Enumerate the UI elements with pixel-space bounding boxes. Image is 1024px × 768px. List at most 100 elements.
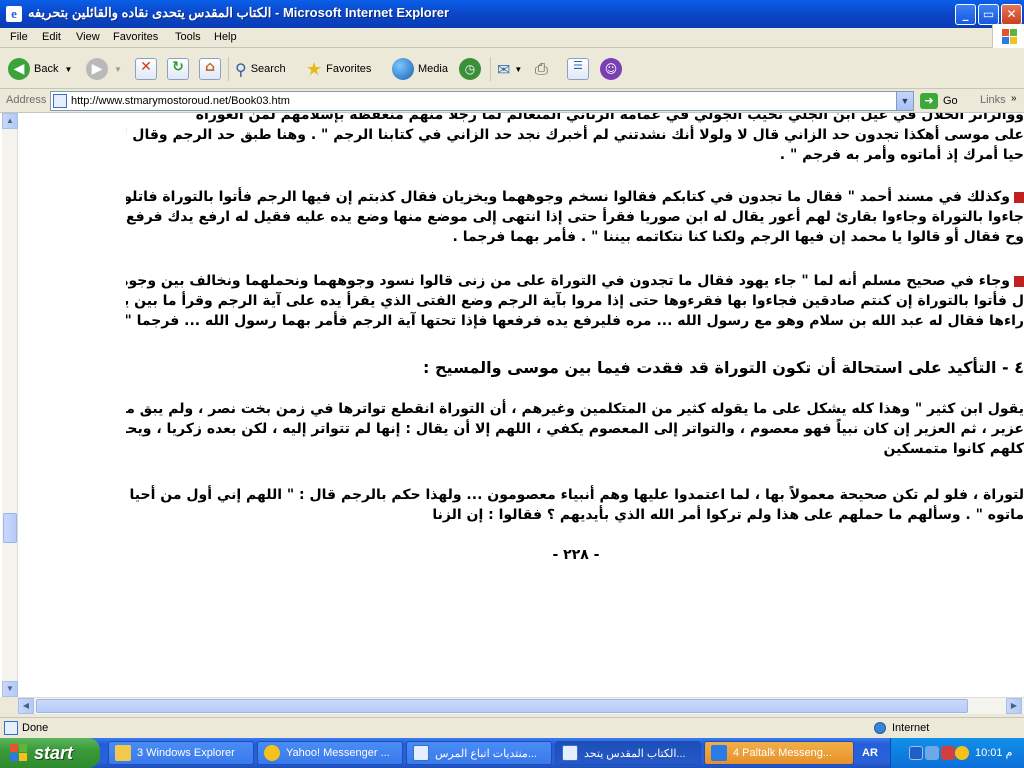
menu-favorites[interactable]: Favorites	[113, 31, 158, 43]
text-line: وح فقال أو قالوا يا محمد إن فيها الرجم و…	[452, 229, 1024, 245]
tray-network-icon[interactable]	[925, 746, 939, 760]
menu-bar: File Edit View Favorites Tools Help	[0, 28, 1024, 48]
stop-icon: ✕	[135, 58, 157, 80]
paltalk-icon	[711, 745, 727, 761]
title-bar[interactable]: e الكتاب المقدس يتحدى نقاده والقائلين بت…	[0, 0, 1024, 28]
window-title: الكتاب المقدس يتحدى نقاده والقائلين بتحر…	[28, 5, 450, 20]
mail-dropdown-icon[interactable]: ▼	[514, 65, 522, 74]
book-bullet-icon	[1014, 275, 1024, 287]
article: ووالراثر الحلال في عيل ابن الجلي نحيب ال…	[126, 113, 1024, 697]
text-line: كلهم كانوا متمسكين	[883, 441, 1024, 457]
media-label: Media	[418, 63, 448, 75]
tray-security-icon[interactable]	[941, 746, 955, 760]
back-button[interactable]: ◀ Back ▼	[8, 55, 72, 83]
back-label: Back	[34, 63, 59, 75]
mail-button[interactable]: ✉ ▼	[497, 55, 522, 83]
stop-button[interactable]: ✕	[135, 55, 157, 83]
back-arrow-icon: ◀	[8, 58, 30, 80]
forward-dropdown-icon[interactable]: ▼	[114, 65, 122, 74]
horizontal-scrollbar[interactable]: ◀ ▶	[18, 697, 1024, 714]
menu-file[interactable]: File	[10, 31, 28, 43]
tray-arrow-icon[interactable]	[909, 746, 923, 760]
go-arrow-icon: ➜	[920, 93, 938, 109]
history-clock-icon: ◷	[459, 58, 481, 80]
paragraph-5: لتوراة ، فلو لم تكن صحيحة معمولاً بها ، …	[126, 485, 1024, 525]
language-indicator[interactable]: AR	[862, 747, 878, 759]
scroll-down-icon[interactable]: ▼	[2, 681, 18, 697]
minimize-button[interactable]: _	[955, 4, 976, 25]
section-heading: ٤ - التأكيد على استحالة أن تكون التوراة …	[423, 358, 1024, 377]
home-button[interactable]: ⌂	[199, 55, 221, 83]
ie-page-icon	[413, 745, 429, 761]
vertical-scrollbar[interactable]: ▲ ▼	[2, 113, 18, 697]
messenger-button[interactable]: ☺	[600, 55, 622, 83]
refresh-button[interactable]: ↻	[167, 55, 189, 83]
menu-view[interactable]: View	[76, 31, 100, 43]
edit-icon: ☰	[567, 58, 589, 80]
star-icon: ★	[306, 58, 323, 80]
status-bar: Done Internet	[0, 717, 1024, 738]
text-line: عزير ، ثم العزير إن كان نبياً فهو معصوم …	[126, 421, 1024, 437]
scroll-right-icon[interactable]: ▶	[1006, 698, 1022, 714]
links-button[interactable]: Links	[980, 94, 1006, 106]
scroll-left-icon[interactable]: ◀	[18, 698, 34, 714]
horizontal-scroll-thumb[interactable]	[36, 699, 968, 713]
links-chevron-icon[interactable]: »	[1011, 93, 1017, 104]
yahoo-smiley-icon	[264, 745, 280, 761]
scroll-up-icon[interactable]: ▲	[2, 113, 18, 129]
taskbar: start 3 Windows Explorer Yahoo! Messenge…	[0, 738, 1024, 768]
windows-logo-icon	[992, 24, 1024, 48]
folder-icon	[115, 745, 131, 761]
edit-button[interactable]: ☰	[567, 55, 589, 83]
address-dropdown-icon[interactable]: ▼	[896, 92, 913, 110]
taskbar-paltalk[interactable]: 4 Paltalk Messeng...	[704, 741, 854, 765]
maximize-button[interactable]: ▭	[978, 4, 999, 25]
text-line: وكذلك في مسند أحمد " فقال ما تجدون في كت…	[126, 187, 1024, 207]
paragraph-1: ووالراثر الحلال في عيل ابن الجلي نحيب ال…	[126, 113, 1024, 165]
menu-edit[interactable]: Edit	[42, 31, 61, 43]
menu-tools[interactable]: Tools	[175, 31, 201, 43]
taskbar-yahoo-messenger[interactable]: Yahoo! Messenger ...	[257, 741, 403, 765]
vertical-scroll-thumb[interactable]	[3, 513, 17, 543]
search-button[interactable]: ⚲ Search	[235, 55, 286, 83]
text-line: وجاء في صحيح مسلم أنه لما " جاء يهود فقا…	[126, 271, 1024, 291]
internet-globe-icon	[874, 722, 886, 734]
menu-help[interactable]: Help	[214, 31, 237, 43]
text-line: ووالراثر الحلال في عيل ابن الجلي نحيب ال…	[195, 113, 1024, 123]
address-field[interactable]: ▼	[50, 91, 914, 111]
history-button[interactable]: ◷	[459, 55, 481, 83]
zone-label: Internet	[892, 722, 930, 734]
favorites-button[interactable]: ★ Favorites	[306, 55, 371, 83]
forward-button[interactable]: ▶ ▼	[86, 55, 122, 83]
text-line: ماتوه " . وسألهم ما حملهم على هذا ولم تر…	[432, 507, 1024, 523]
text-line: ل فأتوا بالتوراة إن كنتم صادقين فجاءوا ب…	[126, 293, 1024, 309]
page-content[interactable]: ▲ ▼ ووالراثر الحلال في عيل ابن الجلي نحي…	[0, 113, 1024, 714]
close-button[interactable]: ✕	[1001, 4, 1022, 25]
print-button[interactable]: ⎙	[535, 55, 548, 83]
back-dropdown-icon[interactable]: ▼	[64, 65, 72, 74]
go-button[interactable]: ➜ Go	[920, 93, 958, 109]
toolbar-separator	[228, 57, 229, 81]
taskbar-forum-window[interactable]: منتديات اتباع المرس...	[406, 741, 552, 765]
text-line: لتوراة ، فلو لم تكن صحيحة معمولاً بها ، …	[126, 487, 1024, 503]
paragraph-2: وكذلك في مسند أحمد " فقال ما تجدون في كت…	[126, 187, 1024, 247]
forward-arrow-icon: ▶	[86, 58, 108, 80]
printer-icon: ⎙	[535, 59, 548, 78]
text-line-content: وكذلك في مسند أحمد " فقال ما تجدون في كت…	[126, 189, 1010, 205]
ie-logo-icon: e	[6, 6, 22, 22]
start-button[interactable]: start	[0, 738, 100, 768]
start-label: start	[34, 742, 74, 763]
taskbar-current-ie[interactable]: الكتاب المقدس يتحد...	[555, 741, 701, 765]
search-icon: ⚲	[235, 59, 247, 79]
taskbar-windows-explorer[interactable]: 3 Windows Explorer	[108, 741, 254, 765]
windows-flag-icon	[10, 744, 28, 762]
media-button[interactable]: Media	[392, 55, 448, 83]
task-label: Yahoo! Messenger ...	[286, 747, 390, 759]
task-label: منتديات اتباع المرس...	[435, 747, 537, 760]
home-icon: ⌂	[199, 58, 221, 80]
paragraph-3: وجاء في صحيح مسلم أنه لما " جاء يهود فقا…	[126, 271, 1024, 331]
tray-messenger-icon[interactable]	[955, 746, 969, 760]
favorites-label: Favorites	[326, 63, 372, 75]
text-line: على موسى أهكذا تجدون حد الزاني قال لا ول…	[126, 127, 1024, 143]
url-input[interactable]	[71, 93, 891, 109]
